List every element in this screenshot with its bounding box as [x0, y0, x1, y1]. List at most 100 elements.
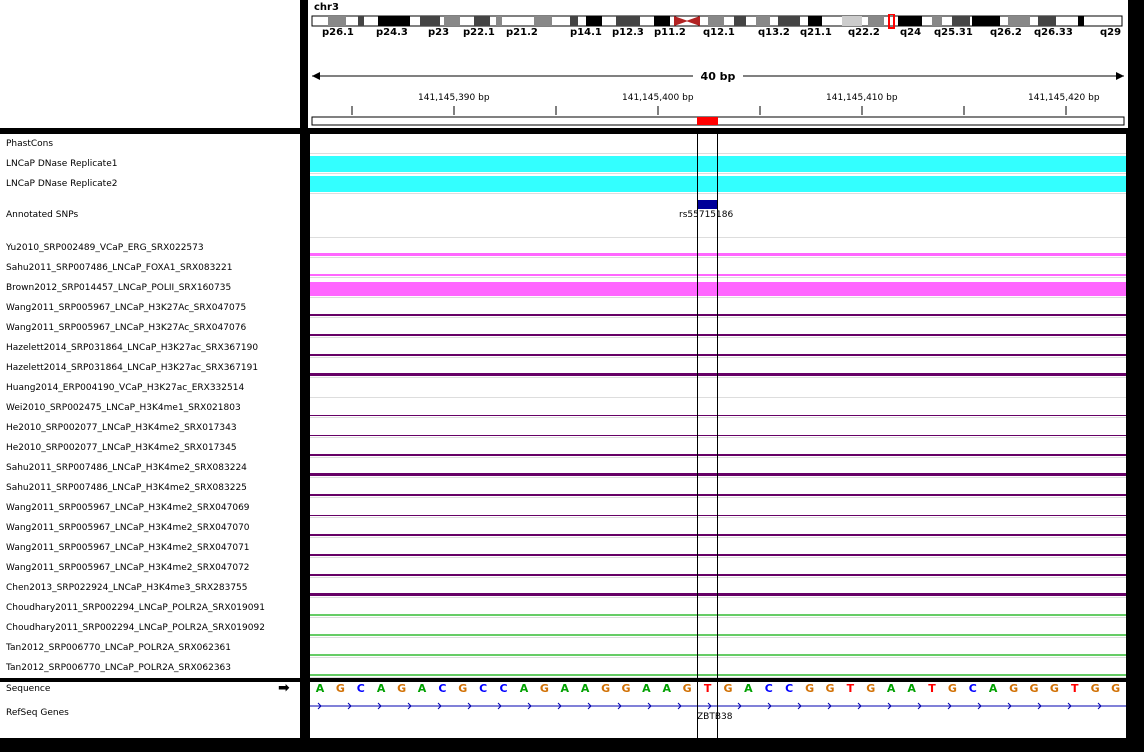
band-label: q24	[900, 27, 922, 38]
sequence-base: C	[356, 682, 365, 695]
track-name[interactable]: Wang2011_SRP005967_LNCaP_H3K4me2_SRX0470…	[6, 523, 250, 533]
signal-bar[interactable]	[310, 534, 1126, 536]
track-name[interactable]: Wang2011_SRP005967_LNCaP_H3K27Ac_SRX0470…	[6, 303, 246, 313]
signal-bar[interactable]	[310, 515, 1126, 516]
gene-name[interactable]: ZBTB38	[697, 712, 732, 722]
sequence-base: G	[682, 682, 692, 695]
chromosome-name[interactable]: chr3	[314, 2, 339, 13]
track-name[interactable]: LNCaP DNase Replicate2	[6, 179, 117, 189]
sequence-base: A	[988, 682, 998, 695]
track-name[interactable]: Hazelett2014_SRP031864_LNCaP_H3K27ac_SRX…	[6, 363, 258, 373]
sequence-base: G	[397, 682, 407, 695]
ruler-ticks	[311, 106, 1125, 126]
ideogram-band	[972, 16, 1000, 26]
sequence-base: G	[621, 682, 631, 695]
signal-bar[interactable]	[310, 274, 1126, 276]
track-name[interactable]: Choudhary2011_SRP002294_LNCaP_POLR2A_SRX…	[6, 603, 265, 613]
band-label: p24.3	[376, 27, 408, 38]
signal-bar[interactable]	[310, 554, 1126, 556]
track-name[interactable]: Wang2011_SRP005967_LNCaP_H3K4me2_SRX0470…	[6, 563, 250, 573]
track-name[interactable]: LNCaP DNase Replicate1	[6, 159, 117, 169]
data-panel[interactable]: rs55715186	[310, 134, 1126, 678]
ideogram-band	[616, 16, 640, 26]
track-name[interactable]: Annotated SNPs	[6, 210, 78, 220]
ideogram-band	[1078, 16, 1084, 26]
ideogram-band	[868, 16, 884, 26]
signal-bar[interactable]	[310, 334, 1126, 336]
sequence-label[interactable]: Sequence	[6, 684, 50, 694]
sequence-base: A	[417, 682, 427, 695]
signal-bar[interactable]	[310, 454, 1126, 456]
ideogram-band	[1038, 16, 1056, 26]
sequence-base: G	[335, 682, 345, 695]
sequence-base: G	[601, 682, 611, 695]
track-name[interactable]: Yu2010_SRP002489_VCaP_ERG_SRX022573	[6, 243, 204, 253]
sequence-base: C	[438, 682, 447, 695]
signal-bar[interactable]	[310, 314, 1126, 316]
band-label: q26.2	[990, 27, 1022, 38]
track-name[interactable]: Choudhary2011_SRP002294_LNCaP_POLR2A_SRX…	[6, 623, 265, 633]
dnase-peak[interactable]	[310, 176, 1126, 192]
signal-bar[interactable]	[310, 614, 1126, 616]
sequence-base: A	[886, 682, 896, 695]
signal-bar[interactable]	[310, 654, 1126, 656]
signal-bar[interactable]	[310, 253, 1126, 256]
track-name[interactable]: Tan2012_SRP006770_LNCaP_POLR2A_SRX062361	[6, 643, 231, 653]
signal-bar[interactable]	[310, 574, 1126, 576]
band-label: p22.1	[463, 27, 495, 38]
track-name[interactable]: Chen2013_SRP022924_LNCaP_H3K4me3_SRX2837…	[6, 583, 248, 593]
track-name[interactable]: He2010_SRP002077_LNCaP_H3K4me2_SRX017343	[6, 423, 237, 433]
dnase-peak[interactable]	[310, 156, 1126, 172]
signal-bar[interactable]	[310, 494, 1126, 496]
band-label: q22.2	[848, 27, 880, 38]
ideogram-band	[778, 16, 800, 26]
sequence-base: T	[846, 682, 855, 695]
sequence-base: C	[764, 682, 773, 695]
signal-bar[interactable]	[310, 435, 1126, 436]
sequence-base: G	[1029, 682, 1039, 695]
ideogram-band	[898, 16, 922, 26]
signal-bar[interactable]	[310, 634, 1126, 636]
ideogram-band	[474, 16, 490, 26]
track-name[interactable]: Sahu2011_SRP007486_LNCaP_FOXA1_SRX083221	[6, 263, 233, 273]
snp-feature[interactable]	[698, 200, 718, 209]
signal-bar[interactable]	[310, 282, 1126, 296]
sequence-base: G	[1049, 682, 1059, 695]
sequence-panel[interactable]: AGCAGACGCCAGAAGGAAGTGACCGGTGAATGCAGGGTGG…	[310, 682, 1126, 738]
signal-bar[interactable]	[310, 674, 1126, 676]
sequence-base: A	[744, 682, 753, 695]
band-label: p21.2	[506, 27, 538, 38]
track-name[interactable]: He2010_SRP002077_LNCaP_H3K4me2_SRX017345	[6, 443, 237, 453]
sequence-base: G	[1009, 682, 1019, 695]
ideogram-band	[570, 16, 578, 26]
sequence-base: A	[560, 682, 570, 695]
track-name[interactable]: PhastCons	[6, 139, 53, 149]
track-name[interactable]: Tan2012_SRP006770_LNCaP_POLR2A_SRX062363	[6, 663, 231, 673]
center-line-left	[697, 134, 698, 738]
signal-bar[interactable]	[310, 415, 1126, 416]
band-label: q25.31	[934, 27, 973, 38]
band-label: p26.1	[322, 27, 354, 38]
track-name[interactable]: Hazelett2014_SRP031864_LNCaP_H3K27ac_SRX…	[6, 343, 258, 353]
strand-arrow-icon[interactable]: ➡	[278, 680, 290, 696]
sequence-base: G	[723, 682, 733, 695]
track-name[interactable]: Sahu2011_SRP007486_LNCaP_H3K4me2_SRX0832…	[6, 463, 247, 473]
signal-bar[interactable]	[310, 473, 1126, 476]
track-names-panel: PhastCons LNCaP DNase Replicate1 LNCaP DNa…	[0, 134, 300, 678]
signal-bar[interactable]	[310, 354, 1126, 356]
track-name[interactable]: Wang2011_SRP005967_LNCaP_H3K27Ac_SRX0470…	[6, 323, 246, 333]
track-name[interactable]: Wang2011_SRP005967_LNCaP_H3K4me2_SRX0470…	[6, 503, 250, 513]
track-name[interactable]: Huang2014_ERP004190_VCaP_H3K27ac_ERX3325…	[6, 383, 244, 393]
signal-bar[interactable]	[310, 593, 1126, 596]
snp-label[interactable]: rs55715186	[679, 210, 733, 220]
track-name[interactable]: Brown2012_SRP014457_LNCaP_POLII_SRX16073…	[6, 283, 231, 293]
signal-bar[interactable]	[310, 373, 1126, 376]
track-name[interactable]: Wang2011_SRP005967_LNCaP_H3K4me2_SRX0470…	[6, 543, 250, 553]
refseq-genes-label[interactable]: RefSeq Genes	[6, 708, 69, 718]
ideogram-band	[534, 16, 552, 26]
track-name[interactable]: Sahu2011_SRP007486_LNCaP_H3K4me2_SRX0832…	[6, 483, 247, 493]
sequence-base: G	[825, 682, 835, 695]
track-name[interactable]: Wei2010_SRP002475_LNCaP_H3K4me1_SRX02180…	[6, 403, 241, 413]
ideogram-band	[358, 16, 364, 26]
ideogram-band	[734, 16, 746, 26]
